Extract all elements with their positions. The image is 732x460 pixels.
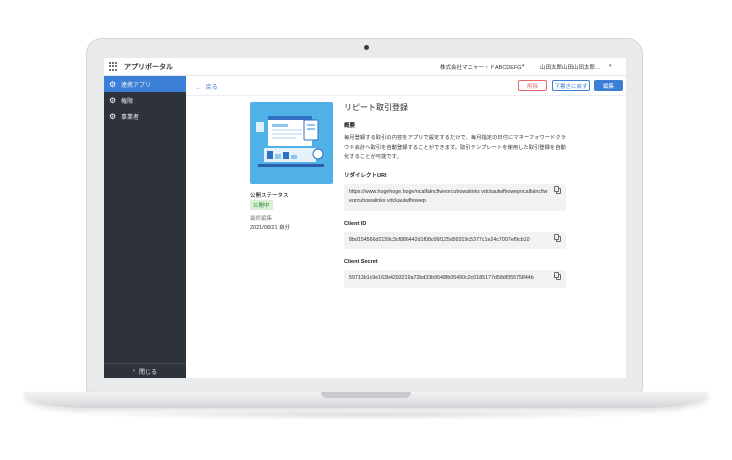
sidebar-item-label: 事業者: [121, 114, 140, 121]
client-id-value: 8bd154566d2159c3cf886442d1f08c06f125d993…: [349, 236, 530, 243]
laptop-notch: [321, 392, 411, 398]
camera-icon: [364, 45, 369, 50]
company-selector[interactable]: 株式会社マニャー・ドABCDEFG: [440, 63, 522, 71]
sidebar-collapse-button[interactable]: ‹ 閉じる: [104, 363, 186, 378]
gear-icon: ⚙: [109, 95, 117, 105]
redirect-uri-label: リダイレクトURI: [344, 172, 387, 179]
client-secret-field: 59713b1c9e163b4293219a72bd33b9548fb05490…: [344, 270, 566, 288]
user-menu[interactable]: 山田太郎山田山田太郎…: [540, 63, 601, 71]
copy-icon[interactable]: [554, 185, 561, 194]
app-thumbnail: [250, 102, 333, 184]
client-id-field: 8bd154566d2159c3cf886442d1f08c06f125d993…: [344, 231, 566, 249]
updated-label: 最終編集: [250, 216, 273, 222]
gear-icon: ⚙: [109, 111, 117, 121]
arrow-left-icon: ←: [195, 85, 201, 91]
action-bar: ← 戻る 削除 下書きに戻す 編集: [186, 76, 626, 96]
chevron-left-icon: ‹: [132, 368, 135, 374]
gear-icon: ⚙: [109, 79, 117, 89]
client-secret-value: 59713b1c9e163b4293219a72bd33b9548fb05490…: [349, 275, 534, 281]
overview-text: 毎月登録する取引の内容をアプリで設定するだけで、毎月指定の日付にマネーフォワード…: [344, 135, 566, 160]
redirect-uri-value: https://www.hogehoge.hoge/ncalfalncfiweo…: [349, 188, 548, 205]
collapse-label: 閉じる: [138, 369, 157, 376]
client-id-label: Client ID: [344, 220, 367, 227]
overview-heading: 概要: [344, 123, 356, 129]
delete-button[interactable]: 削除: [518, 80, 547, 91]
copy-icon[interactable]: [554, 272, 561, 280]
app-screen: アプリポータル 株式会社マニャー・ドABCDEFG ▾ 山田太郎山田山田太郎… …: [104, 58, 626, 378]
sidebar-item-label: 連携アプリ: [121, 82, 152, 89]
page-title: リピート取引登録: [344, 103, 408, 112]
back-link[interactable]: ← 戻る: [195, 82, 218, 91]
client-secret-label: Client Secret: [344, 259, 378, 265]
app-grid-icon[interactable]: [109, 62, 118, 71]
sidebar-item-permissions[interactable]: ⚙ 権限: [104, 92, 186, 108]
back-label: 戻る: [205, 85, 218, 91]
status-badge: 公開中: [250, 200, 273, 210]
status-label: 公開ステータス: [250, 193, 289, 199]
main-content: ← 戻る 削除 下書きに戻す 編集 公開ステータス 公開中 最終編集 2021/…: [186, 76, 626, 378]
sidebar-item-label: 権限: [121, 98, 134, 105]
chevron-down-icon[interactable]: ▾: [609, 63, 612, 69]
app-illustration: [256, 116, 324, 167]
copy-icon[interactable]: [554, 233, 561, 242]
sidebar: ⚙ 連携アプリ ⚙ 権限 ⚙ 事業者 ‹ 閉じる: [104, 76, 186, 378]
revert-to-draft-button[interactable]: 下書きに戻す: [552, 80, 590, 91]
top-bar: アプリポータル 株式会社マニャー・ドABCDEFG ▾ 山田太郎山田山田太郎… …: [104, 58, 626, 76]
redirect-uri-field: https://www.hogehoge.hoge/ncalfalncfiweo…: [344, 183, 566, 211]
app-detail: リピート取引登録 概要 毎月登録する取引の内容をアプリで設定するだけで、毎月指定…: [344, 102, 566, 298]
laptop-shadow: [80, 410, 652, 420]
app-title: アプリポータル: [124, 63, 173, 71]
updated-value: 2021/08/21 自分: [250, 225, 291, 231]
edit-button[interactable]: 編集: [594, 80, 623, 91]
sidebar-item-businesses[interactable]: ⚙ 事業者: [104, 108, 186, 124]
chevron-down-icon[interactable]: ▾: [522, 63, 525, 69]
sidebar-item-apps[interactable]: ⚙ 連携アプリ: [104, 76, 186, 92]
status-wrapper: 公開中: [250, 200, 273, 210]
